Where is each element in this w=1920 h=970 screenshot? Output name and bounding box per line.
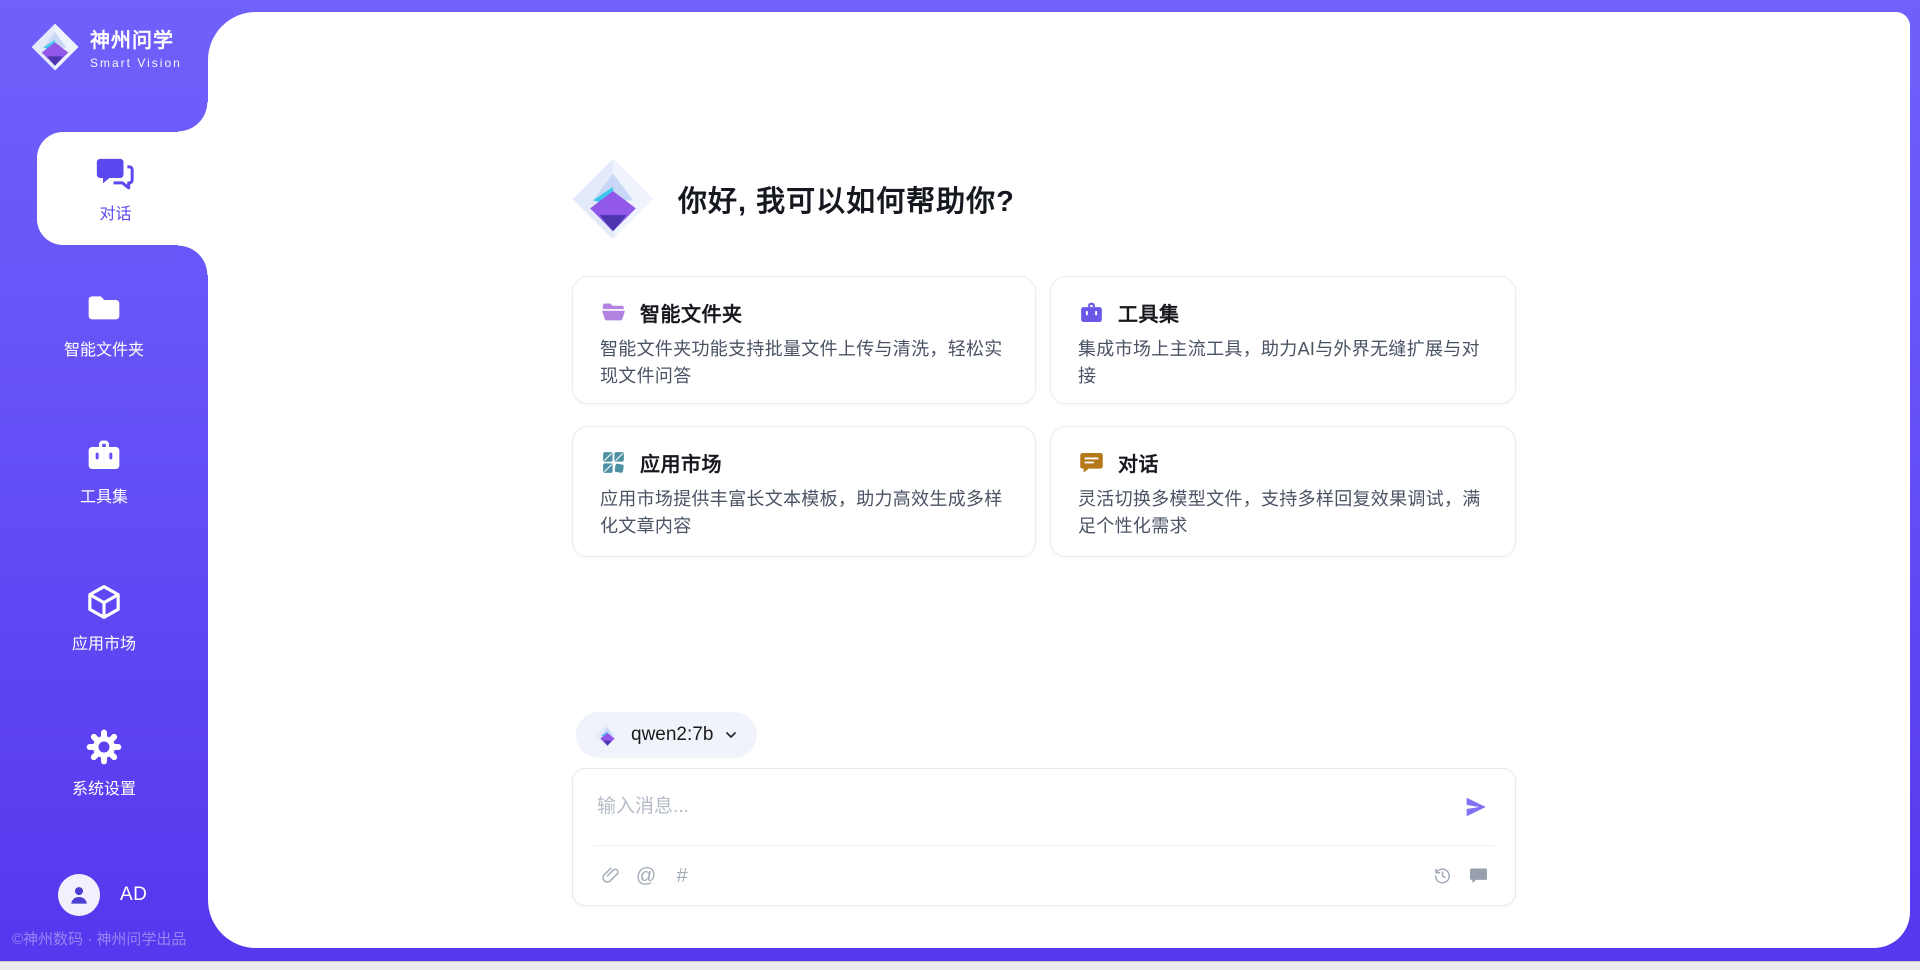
chat-bubble-icon — [1468, 865, 1489, 886]
card-title: 智能文件夹 — [640, 298, 743, 327]
app-grid-icon — [600, 449, 627, 476]
gear-icon — [84, 727, 124, 767]
brand-logo[interactable]: 神州问学 Smart Vision — [30, 22, 182, 72]
brand-name: 神州问学 — [90, 24, 182, 53]
model-gem-icon — [594, 722, 621, 749]
composer: @ # — [572, 768, 1516, 906]
hash-icon: # — [676, 866, 687, 886]
card-description: 灵活切换多模型文件，支持多样回复效果调试，满足个性化需求 — [1078, 486, 1488, 540]
sidebar-item-app-market[interactable]: 应用市场 — [0, 582, 208, 664]
card-description: 集成市场上主流工具，助力AI与外界无缝扩展与对接 — [1078, 336, 1488, 390]
chevron-down-icon — [723, 727, 739, 743]
send-icon — [1463, 794, 1489, 820]
brand-subtitle: Smart Vision — [90, 56, 182, 70]
card-title: 应用市场 — [640, 448, 722, 477]
assistant-gem-icon — [570, 156, 656, 242]
person-icon — [66, 882, 92, 908]
sidebar-item-label: 对话 — [99, 200, 131, 224]
sidebar-item-smart-folder[interactable]: 智能文件夹 — [0, 288, 208, 370]
sidebar-item-label: 系统设置 — [72, 775, 136, 799]
history-clock-icon — [1432, 865, 1453, 886]
new-chat-button[interactable] — [1463, 861, 1493, 891]
feature-card-toolset[interactable]: 工具集 集成市场上主流工具，助力AI与外界无缝扩展与对接 — [1050, 276, 1516, 404]
folder-icon — [84, 288, 124, 328]
sidebar-item-label: 应用市场 — [72, 630, 136, 654]
user-profile[interactable]: AD — [58, 874, 147, 916]
chat-icon — [1078, 449, 1105, 476]
brand-text: 神州问学 Smart Vision — [90, 24, 182, 70]
history-button[interactable] — [1427, 861, 1457, 891]
window-bottom-edge — [0, 961, 1920, 970]
send-button[interactable] — [1461, 792, 1491, 822]
model-selector[interactable]: qwen2:7b — [576, 712, 757, 758]
greeting: 你好, 我可以如何帮助你? — [570, 156, 1015, 242]
paperclip-icon — [600, 865, 621, 886]
user-initials: AD — [120, 884, 147, 906]
feature-card-app-market[interactable]: 应用市场 应用市场提供丰富长文本模板，助力高效生成多样化文章内容 — [572, 426, 1036, 557]
toolbox-icon — [84, 435, 124, 475]
copyright-text: ©神州数码 · 神州问学出品 — [12, 928, 204, 949]
message-input[interactable] — [597, 796, 1447, 818]
tab-curve-bottom — [178, 245, 208, 275]
brand-gem-icon — [30, 22, 80, 72]
avatar — [58, 874, 100, 916]
topic-button[interactable]: # — [667, 861, 697, 891]
card-description: 应用市场提供丰富长文本模板，助力高效生成多样化文章内容 — [600, 486, 1008, 540]
feature-card-chat[interactable]: 对话 灵活切换多模型文件，支持多样回复效果调试，满足个性化需求 — [1050, 426, 1516, 557]
chat-icon — [96, 153, 136, 193]
card-title: 对话 — [1118, 448, 1159, 477]
at-icon: @ — [636, 866, 656, 886]
card-title: 工具集 — [1118, 298, 1180, 327]
app-window: 神州问学 Smart Vision 对话 智能文件夹 — [0, 0, 1920, 970]
feature-card-smart-folder[interactable]: 智能文件夹 智能文件夹功能支持批量文件上传与清洗，轻松实现文件问答 — [572, 276, 1036, 404]
greeting-title: 你好, 我可以如何帮助你? — [678, 178, 1015, 220]
sidebar-item-settings[interactable]: 系统设置 — [0, 727, 208, 809]
tab-curve-top — [178, 102, 208, 132]
sidebar: 神州问学 Smart Vision 对话 智能文件夹 — [0, 0, 208, 970]
sidebar-item-label: 工具集 — [80, 483, 128, 507]
cube-icon — [84, 582, 124, 622]
sidebar-item-toolset[interactable]: 工具集 — [0, 435, 208, 517]
toolbox-icon — [1078, 299, 1105, 326]
attach-file-button[interactable] — [595, 861, 625, 891]
model-name: qwen2:7b — [631, 724, 713, 746]
sidebar-item-chat[interactable]: 对话 — [37, 132, 208, 245]
card-description: 智能文件夹功能支持批量文件上传与清洗，轻松实现文件问答 — [600, 336, 1008, 390]
folder-open-icon — [600, 299, 627, 326]
sidebar-item-label: 智能文件夹 — [64, 336, 144, 360]
mention-button[interactable]: @ — [631, 861, 661, 891]
